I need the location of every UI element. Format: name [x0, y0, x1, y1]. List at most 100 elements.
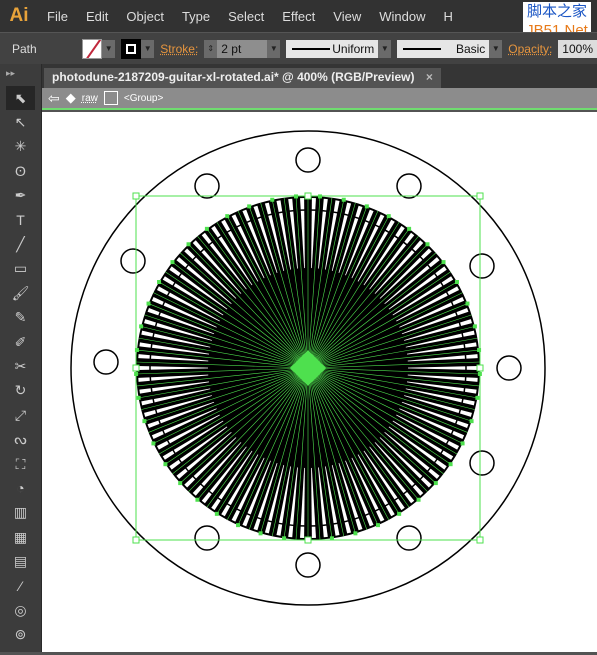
menu-edit[interactable]: Edit: [77, 9, 117, 24]
type-tool-icon[interactable]: T: [0, 208, 41, 232]
close-tab-button[interactable]: ×: [426, 70, 433, 84]
graph-tool-icon[interactable]: ▥: [0, 501, 41, 525]
breadcrumb-layer[interactable]: raw: [82, 93, 98, 104]
variable-width-profile[interactable]: Uniform: [286, 39, 379, 58]
lasso-tool-icon[interactable]: ʘ: [0, 159, 41, 183]
blend-tool-icon[interactable]: ◎: [0, 598, 41, 622]
anchor-point: [258, 531, 263, 536]
bolt-hole: [469, 450, 495, 476]
bounding-box-handle: [132, 536, 140, 544]
anchor-point: [204, 226, 209, 231]
anchor-point: [247, 204, 252, 209]
anchor-point: [146, 301, 151, 306]
brush-dropdown[interactable]: ▼: [489, 39, 503, 58]
opacity-label[interactable]: Opacity:: [508, 42, 552, 56]
menu-file[interactable]: File: [38, 9, 77, 24]
anchor-point: [225, 214, 230, 219]
group-icon: [103, 91, 118, 105]
stroke-dropdown[interactable]: ▼: [141, 39, 155, 58]
anchor-point: [386, 214, 391, 219]
blob-brush-tool-icon[interactable]: ✐: [0, 330, 41, 354]
menu-view[interactable]: View: [324, 9, 370, 24]
layers-icon: ◆: [65, 90, 76, 105]
rotate-tool-icon[interactable]: ↻: [0, 379, 41, 403]
bolt-hole: [396, 525, 422, 551]
anchor-point: [353, 531, 358, 536]
pen-tool-icon[interactable]: ✒: [0, 184, 41, 208]
anchor-point: [236, 523, 241, 528]
anchor-point: [170, 260, 175, 265]
menu-help[interactable]: H: [434, 9, 461, 24]
watermark-text: 脚本之家: [526, 3, 587, 20]
bounding-box-handle: [304, 192, 312, 200]
menu-effect[interactable]: Effect: [273, 9, 324, 24]
anchor-point: [163, 462, 168, 467]
bolt-hole: [194, 525, 220, 551]
anchor-point: [475, 395, 480, 400]
bolt-hole: [295, 147, 321, 173]
line-tool-icon[interactable]: ╱: [0, 232, 41, 256]
document-tab[interactable]: photodune-2187209-guitar-xl-rotated.ai* …: [44, 68, 441, 88]
shape-builder-tool-icon[interactable]: ◔: [0, 476, 41, 500]
bounding-box-handle: [476, 364, 484, 372]
magic-wand-tool-icon[interactable]: ✳: [0, 135, 41, 159]
stroke-weight-dropdown[interactable]: ▼: [267, 39, 281, 58]
anchor-point: [214, 511, 219, 516]
opacity-input[interactable]: 100%: [558, 39, 597, 58]
brush-definition[interactable]: Basic: [397, 39, 490, 58]
fill-dropdown[interactable]: ▼: [102, 39, 116, 58]
app-logo: Ai: [9, 5, 29, 26]
anchor-point: [460, 441, 465, 446]
breadcrumb-group[interactable]: <Group>: [124, 93, 163, 104]
artwork: [70, 130, 546, 606]
anchor-point: [425, 242, 430, 247]
gradient-tool-icon[interactable]: ▤: [0, 549, 41, 573]
stroke-stepper[interactable]: ⇕: [204, 39, 218, 58]
anchor-point: [397, 511, 402, 516]
profile-dropdown[interactable]: ▼: [378, 39, 392, 58]
anchor-point: [364, 204, 369, 209]
anchor-point: [142, 419, 147, 424]
bolt-hole: [469, 253, 495, 279]
bounding-box-handle: [476, 192, 484, 200]
eyedropper-tool-icon[interactable]: ⁄: [0, 574, 41, 598]
anchor-point: [186, 242, 191, 247]
menu-window[interactable]: Window: [370, 9, 434, 24]
scissors-tool-icon[interactable]: ✂: [0, 354, 41, 378]
bolt-hole: [396, 173, 422, 199]
anchor-point: [407, 226, 412, 231]
selection-tool-icon[interactable]: ⬉: [6, 86, 35, 111]
back-arrow-icon[interactable]: ⇦: [48, 90, 60, 107]
warp-tool-icon[interactable]: ᔓ: [0, 427, 41, 451]
anchor-point: [465, 301, 470, 306]
collapse-icon[interactable]: ▸▸: [0, 64, 41, 86]
stroke-weight-input[interactable]: 2 pt: [217, 39, 268, 58]
mesh-tool-icon[interactable]: ▦: [0, 525, 41, 549]
paintbrush-tool-icon[interactable]: 🖌: [0, 281, 41, 305]
bounding-box-handle: [304, 536, 312, 544]
anchor-point: [441, 260, 446, 265]
bounding-box-handle: [132, 192, 140, 200]
anchor-point: [433, 481, 438, 486]
direct-selection-tool-icon[interactable]: ↖: [0, 110, 41, 134]
anchor-point: [139, 324, 144, 329]
anchor-point: [151, 441, 156, 446]
anchor-point: [157, 280, 162, 284]
pencil-tool-icon[interactable]: ✎: [0, 306, 41, 330]
menu-select[interactable]: Select: [219, 9, 273, 24]
rectangle-tool-icon[interactable]: ▭: [0, 257, 41, 281]
stroke-label[interactable]: Stroke:: [160, 42, 198, 56]
bounding-box-handle: [476, 536, 484, 544]
tools-panel: ▸▸ ⬉ ↖ ✳ ʘ ✒ T ╱ ▭ 🖌 ✎ ✐ ✂ ↻ ⤢ ᔓ ⛶ ◔ ▥ ▦ ▤ ⁄ ◎ ⊚: [0, 64, 42, 652]
menu-object[interactable]: Object: [117, 9, 173, 24]
bolt-hole: [120, 248, 146, 274]
symbol-sprayer-tool-icon[interactable]: ⊚: [0, 623, 41, 647]
menu-type[interactable]: Type: [173, 9, 219, 24]
scale-tool-icon[interactable]: ⤢: [0, 403, 41, 427]
artboard[interactable]: [42, 112, 597, 652]
free-transform-tool-icon[interactable]: ⛶: [0, 452, 41, 476]
anchor-point: [469, 419, 474, 424]
anchor-point: [270, 197, 275, 202]
stroke-swatch[interactable]: [121, 38, 142, 59]
fill-swatch[interactable]: [82, 38, 103, 59]
